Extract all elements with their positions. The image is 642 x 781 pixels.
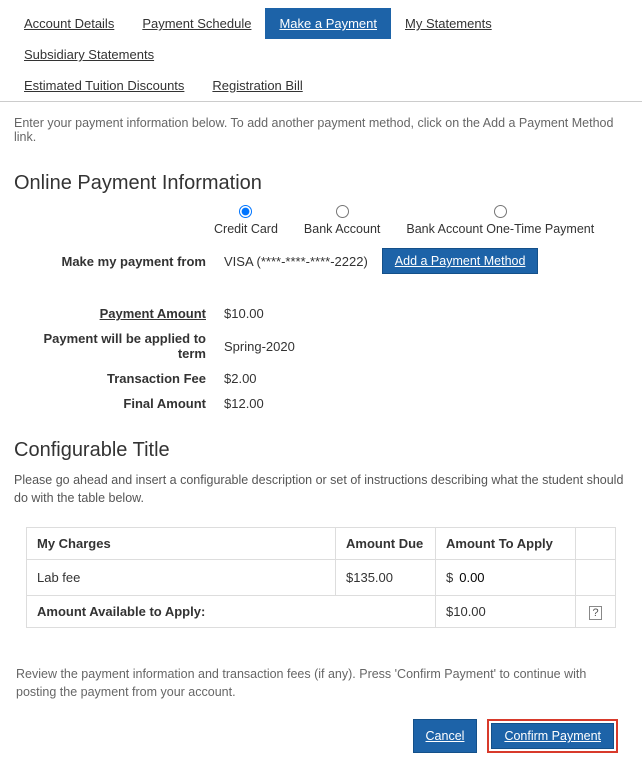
confirm-highlight: Confirm Payment — [487, 719, 618, 753]
tab-account-details[interactable]: Account Details — [10, 8, 128, 39]
table-avail-row: Amount Available to Apply: $10.00 ? — [27, 596, 616, 628]
radio-bank-onetime[interactable]: Bank Account One-Time Payment — [406, 205, 594, 236]
make-from-label: Make my payment from — [14, 254, 224, 269]
config-desc: Please go ahead and insert a configurabl… — [14, 472, 628, 507]
radio-bank-account[interactable]: Bank Account — [304, 205, 380, 236]
table-header-row: My Charges Amount Due Amount To Apply — [27, 528, 616, 560]
confirm-payment-button[interactable]: Confirm Payment — [491, 723, 614, 749]
radio-bank-onetime-input[interactable] — [494, 205, 507, 218]
review-text: Review the payment information and trans… — [14, 666, 628, 701]
fee-value: $2.00 — [224, 371, 257, 386]
tab-make-a-payment[interactable]: Make a Payment — [265, 8, 391, 39]
charge-desc: Lab fee — [27, 560, 336, 596]
charges-table: My Charges Amount Due Amount To Apply La… — [26, 527, 616, 628]
action-bar: Cancel Confirm Payment — [14, 719, 628, 767]
config-title: Configurable Title — [14, 439, 628, 462]
cancel-button[interactable]: Cancel — [413, 719, 478, 753]
charge-apply-cell: $ — [436, 560, 576, 596]
radio-credit-card[interactable]: Credit Card — [214, 205, 278, 236]
tab-subsidiary-statements[interactable]: Subsidiary Statements — [10, 39, 168, 70]
fee-label: Transaction Fee — [14, 371, 224, 386]
radio-bank-account-label: Bank Account — [304, 222, 380, 236]
col-amount-due: Amount Due — [336, 528, 436, 560]
section-online-payment-title: Online Payment Information — [14, 172, 628, 195]
col-my-charges: My Charges — [27, 528, 336, 560]
col-action — [576, 528, 616, 560]
payment-type-group: Credit Card Bank Account Bank Account On… — [14, 205, 628, 236]
amount-to-apply-input[interactable] — [457, 568, 507, 587]
tab-estimated-discounts[interactable]: Estimated Tuition Discounts — [10, 70, 198, 101]
radio-credit-card-label: Credit Card — [214, 222, 278, 236]
avail-label: Amount Available to Apply: — [27, 596, 436, 628]
tab-payment-schedule[interactable]: Payment Schedule — [128, 8, 265, 39]
avail-value: $10.00 — [436, 596, 576, 628]
term-label: Payment will be applied to term — [14, 331, 224, 361]
table-row: Lab fee $135.00 $ — [27, 560, 616, 596]
term-value: Spring-2020 — [224, 339, 295, 354]
payment-amount-label: Payment Amount — [14, 306, 224, 321]
tab-registration-bill[interactable]: Registration Bill — [198, 70, 316, 101]
tab-my-statements[interactable]: My Statements — [391, 8, 506, 39]
radio-bank-account-input[interactable] — [336, 205, 349, 218]
final-label: Final Amount — [14, 396, 224, 411]
apply-currency: $ — [446, 570, 453, 585]
row-action-cell — [576, 560, 616, 596]
intro-text: Enter your payment information below. To… — [14, 116, 628, 144]
radio-credit-card-input[interactable] — [239, 205, 252, 218]
help-icon[interactable]: ? — [589, 606, 601, 620]
final-value: $12.00 — [224, 396, 264, 411]
add-payment-method-button[interactable]: Add a Payment Method — [382, 248, 539, 274]
charge-due: $135.00 — [336, 560, 436, 596]
radio-bank-onetime-label: Bank Account One-Time Payment — [406, 222, 594, 236]
tab-bar: Account Details Payment Schedule Make a … — [0, 0, 642, 102]
col-amount-to-apply: Amount To Apply — [436, 528, 576, 560]
make-from-value: VISA (****-****-****-2222) — [224, 254, 368, 269]
payment-amount-value: $10.00 — [224, 306, 264, 321]
